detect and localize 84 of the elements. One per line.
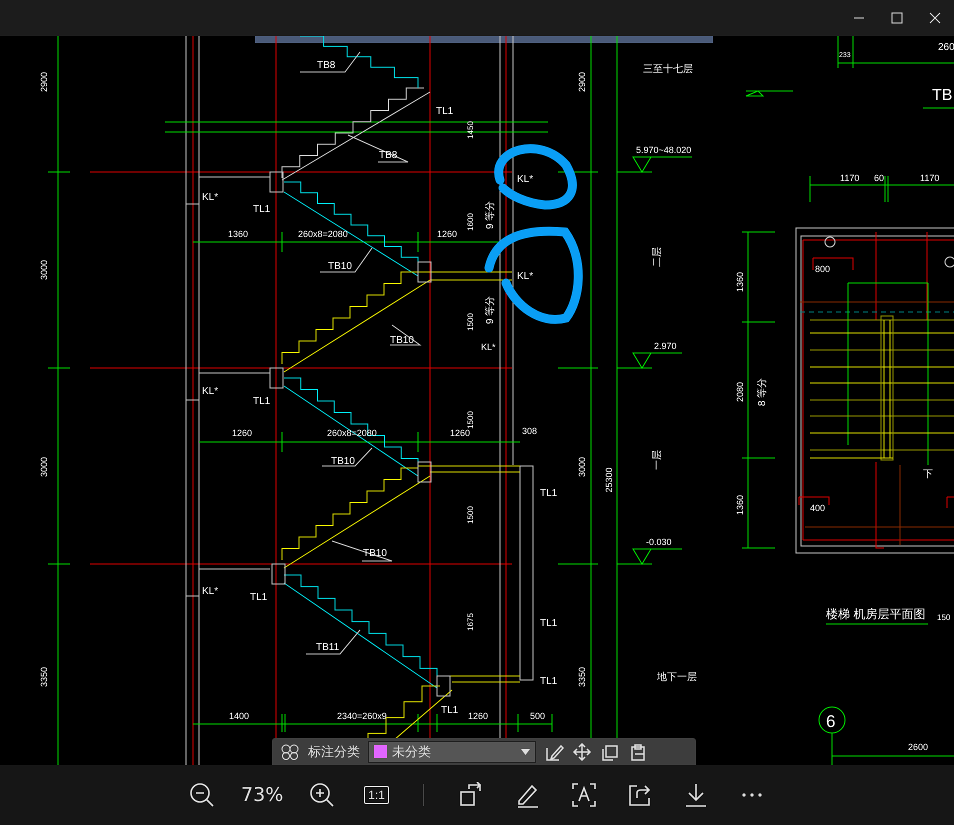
drawing-label: TL1 (436, 106, 454, 117)
zoom-in-icon (309, 782, 336, 808)
drawing-label: 1260 (232, 428, 252, 438)
drawing-label: 1260 (450, 428, 470, 438)
drawing-label: 1675 (466, 613, 475, 631)
drawing-label: TL1 (253, 204, 270, 215)
zoom-level: 73% (240, 784, 284, 806)
drawing-label: 3000 (39, 260, 49, 280)
drawing-label: 400 (810, 503, 826, 513)
drawing-label: 地下一层 (657, 672, 697, 683)
drawing-label: 2.970 (654, 341, 677, 351)
drawing-label: 6 (826, 712, 836, 731)
drawing-label: KL* (517, 174, 534, 185)
actual-size-button[interactable]: 1:1 (364, 786, 389, 804)
drawing-label: TL1 (441, 705, 458, 716)
drawing-label: TL1 (250, 592, 268, 603)
drawing-label: 下 (923, 469, 933, 480)
drawing-label: 1500 (466, 313, 475, 331)
drawing-label: 二层 (652, 247, 663, 267)
drawing-label: 1170 (920, 173, 940, 183)
close-icon (929, 12, 941, 24)
drawing-label: 一层 (652, 450, 663, 470)
drawing-label: 1500 (466, 411, 475, 429)
maximize-icon (891, 12, 903, 24)
drawing-label: 308 (522, 426, 538, 436)
drawing-label: 1500 (466, 506, 475, 524)
drawing-label: 9 等分 (485, 296, 496, 324)
drawing-label: 三至十七层 (643, 64, 693, 75)
drawing-label: 1600 (466, 213, 475, 231)
drawing-label: 260x8=2080 (298, 229, 348, 239)
drawing-label: 260 (938, 42, 954, 53)
drawing-label: TB10 (328, 261, 352, 272)
drawing-label: 1260 (468, 711, 488, 721)
drawing-label: 60 (874, 173, 884, 183)
drawing-label: 500 (530, 711, 546, 721)
drawing-label: 3350 (577, 666, 587, 688)
drawing-label: 1450 (466, 121, 475, 139)
drawing-label: 25300 (604, 467, 614, 493)
copy-icon[interactable] (600, 742, 620, 760)
drawing-label: TB8 (379, 150, 398, 161)
drawing-label: 1360 (228, 229, 248, 239)
drawing-label: 2900 (577, 72, 587, 92)
drawing-label: 2340=260x9 (337, 711, 387, 721)
share-icon (626, 782, 653, 808)
drawing-label: 5.970~48.020 (636, 145, 692, 155)
drawing-label: 8 等分 (757, 378, 768, 406)
drawing-label: TL1 (253, 396, 270, 407)
drawing-label: TB10 (331, 456, 355, 467)
drawing-label: 2900 (39, 72, 49, 92)
drawing-label: TB10 (390, 335, 414, 346)
drawing-label: TL1 (540, 618, 558, 629)
drawing-label: 150 (937, 613, 950, 622)
drawing-label: 1170 (840, 173, 860, 183)
move-icon[interactable] (572, 742, 592, 760)
drawing-label: TB8 (317, 60, 336, 71)
drawing-label: TL1 (540, 488, 558, 499)
text-scan-icon (570, 782, 597, 808)
drawing-label: TB (932, 87, 952, 104)
drawing-label: 1360 (735, 494, 745, 516)
drawing-label: 1260 (437, 229, 458, 239)
drawing-label: 3350 (39, 666, 49, 688)
edit-icon[interactable] (544, 742, 564, 760)
drawing-label: 2600 (908, 742, 928, 752)
drawing-label: KL* (202, 586, 218, 597)
category-dropdown[interactable]: 未分类 (368, 740, 536, 762)
drawing-label: TB11 (316, 642, 340, 653)
caret-icon (521, 748, 530, 754)
drawing-label: 3000 (39, 456, 49, 478)
zoom-out-icon (189, 782, 216, 808)
drawing-label: KL* (202, 386, 218, 397)
drawing-label: 800 (815, 264, 830, 274)
drawing-label: TL1 (540, 676, 558, 687)
category-label: 标注分类 (308, 744, 360, 760)
drawing-label: KL* (481, 342, 496, 352)
cluster-icon[interactable] (280, 744, 300, 760)
drawing-label: 1360 (735, 272, 745, 292)
drawing-label: 2080 (735, 382, 745, 402)
drawing-label: 3000 (577, 456, 587, 478)
drawing-label: -0.030 (646, 537, 672, 547)
drawing-label: KL* (517, 271, 534, 282)
drawing-label: 9 等分 (485, 200, 496, 230)
drawing-label: 楼梯 机房层平面图 (826, 607, 926, 621)
drawing-label: 1400 (229, 711, 250, 721)
drawing-label: KL* (202, 192, 218, 203)
